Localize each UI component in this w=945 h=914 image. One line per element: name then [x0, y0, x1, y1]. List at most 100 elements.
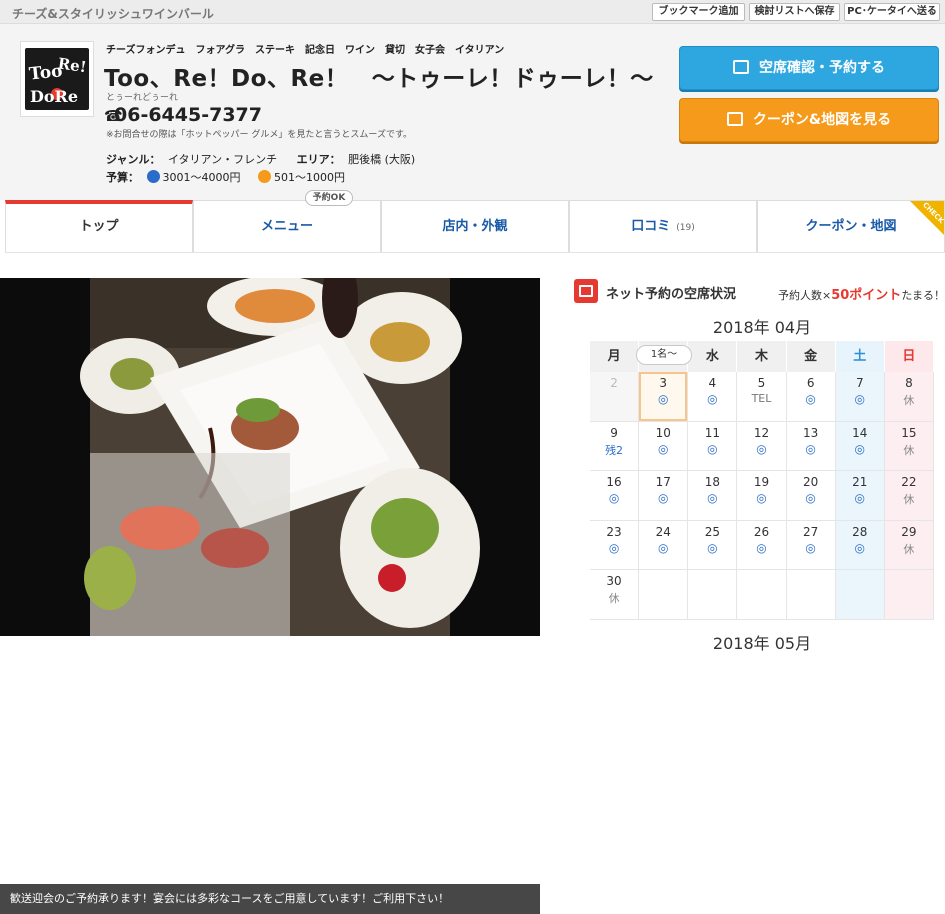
calendar-day-16[interactable]: 16 ◎ [590, 471, 640, 521]
tab-coupon-map[interactable]: クーポン・地図 CHECK [757, 200, 945, 252]
points-bonus: 予約人数×50ポイントたまる！ [778, 284, 945, 303]
reservation-ok-badge: 予約OK [305, 190, 353, 206]
reserve-button[interactable]: 空席確認・予約する [679, 46, 939, 90]
availability-status: ◎ [657, 540, 669, 555]
availability-status: ◎ [707, 392, 718, 406]
tag: 貸切 [385, 45, 405, 56]
availability-status: ◎ [854, 441, 866, 456]
calendar-empty-cell [835, 570, 885, 620]
calendar-day-29: 29 休 [884, 520, 934, 570]
calendar-day-11[interactable]: 11 ◎ [688, 421, 738, 471]
day-number: 4 [708, 376, 717, 390]
calendar-day-23[interactable]: 23 ◎ [590, 520, 640, 570]
availability-status: ◎ [805, 491, 816, 505]
day-number: 5 [757, 376, 766, 390]
day-number: 12 [753, 425, 770, 440]
day-number: 11 [704, 425, 720, 440]
calendar-day-18[interactable]: 18 ◎ [688, 471, 738, 521]
tab-label: メニュー [260, 219, 313, 234]
calendar-empty-cell [786, 570, 836, 620]
availability-status: ◎ [707, 540, 718, 555]
calendar-day-28[interactable]: 28 ◎ [835, 520, 885, 570]
coupon-map-button[interactable]: クーポン&地図を見る [679, 98, 939, 142]
calendar-day-3[interactable]: 3 ◎ [639, 372, 689, 422]
day-number: 13 [802, 425, 819, 440]
availability-status: ◎ [805, 540, 816, 555]
availability-status: TEL [751, 392, 772, 405]
tag: 女子会 [415, 45, 445, 56]
day-number: 6 [806, 376, 815, 390]
party-size-bubble[interactable]: 1名〜 [636, 345, 692, 365]
day-number: 3 [659, 376, 668, 390]
weekday-header: 土 [835, 341, 885, 372]
hero-photo[interactable]: 歓送迎会のご予約承ります！宴会には多彩なコースをご用意しています！ご利用下さい！ [0, 278, 540, 914]
calendar-icon [733, 60, 749, 74]
tab-label: 店内・外観 [442, 219, 508, 234]
tag: フォアグラ [195, 45, 246, 56]
calendar-day-7[interactable]: 7 ◎ [835, 372, 885, 422]
availability-status: 休 [903, 443, 915, 457]
tab-top[interactable]: トップ [5, 200, 193, 252]
bonus-prefix: 予約人数× [778, 289, 832, 302]
weekday-header: 水 [688, 341, 738, 372]
calendar-next-month: 2018年 05月 [712, 634, 812, 653]
day-number: 27 [802, 524, 819, 539]
tab-reviews[interactable]: 口コミ (19) [569, 200, 757, 252]
calendar-day-19[interactable]: 19 ◎ [737, 471, 787, 521]
calendar-day-9[interactable]: 9 残2 [590, 421, 640, 471]
day-number: 24 [655, 524, 671, 539]
phone-note: ※お問合せの際は「ホットペッパー グルメ」を見たと言うとスムーズです。 [106, 130, 413, 140]
availability-status: ◎ [608, 491, 620, 505]
calendar-day-17[interactable]: 17 ◎ [639, 471, 689, 521]
calendar-day-15: 15 休 [884, 421, 934, 471]
calendar-empty-cell [688, 570, 738, 620]
day-number: 20 [802, 475, 819, 489]
photo-caption: 歓送迎会のご予約承ります！宴会には多彩なコースをご用意しています！ご利用下さい！ [0, 884, 540, 914]
availability-status: ◎ [854, 392, 866, 406]
calendar-day-21[interactable]: 21 ◎ [835, 471, 885, 521]
shop-category: チーズ&スタイリッシュワインバール [12, 7, 214, 21]
calendar-day-14[interactable]: 14 ◎ [835, 421, 885, 471]
reserve-button-label: 空席確認・予約する [759, 60, 885, 76]
calendar-day-4[interactable]: 4 ◎ [688, 372, 738, 422]
day-number: 16 [606, 475, 622, 489]
tab-menu[interactable]: メニュー [193, 200, 381, 252]
tag: ワイン [345, 45, 375, 56]
calendar-day-6[interactable]: 6 ◎ [786, 372, 836, 422]
tab-interior[interactable]: 店内・外観 [381, 200, 569, 252]
logo-text-dore: DoRe [30, 87, 78, 106]
phone-number[interactable]: ☎06-6445-7377 [104, 104, 262, 126]
calendar-day-27[interactable]: 27 ◎ [786, 520, 836, 570]
calendar-day-22: 22 休 [884, 471, 934, 521]
calendar-day-8: 8休 [884, 372, 934, 422]
calendar-day-12[interactable]: 12 ◎ [737, 421, 787, 471]
coupon-icon [726, 112, 743, 126]
send-to-device-button[interactable]: PC･ケータイへ送る [844, 3, 940, 21]
availability-status: ◎ [854, 540, 866, 555]
phone-text: 06-6445-7377 [114, 104, 262, 126]
calendar-day-10[interactable]: 10 ◎ [639, 421, 689, 471]
calendar-month: 2018年 04月 [712, 318, 812, 337]
tab-label: クーポン・地図 [805, 219, 897, 234]
genre-label: ジャンル： [106, 153, 161, 166]
day-number: 7 [855, 376, 864, 390]
day-number: 14 [852, 425, 868, 440]
budget-row: 予算： 3001〜4000円 501〜1000円 [106, 169, 345, 185]
calendar-day-20[interactable]: 20 ◎ [786, 471, 836, 521]
availability-status: ◎ [707, 441, 718, 456]
day-number: 17 [655, 475, 671, 489]
calendar-day-25[interactable]: 25 ◎ [688, 520, 738, 570]
weekday-header: 月 [590, 341, 640, 372]
bookmark-button[interactable]: ブックマーク追加 [652, 3, 745, 21]
area-value: 肥後橋 (大阪) [348, 153, 416, 166]
day-number: 26 [753, 524, 770, 539]
budget-dinner: 3001〜4000円 [162, 171, 241, 184]
calendar-day-13[interactable]: 13 ◎ [786, 421, 836, 471]
review-count: (19) [676, 223, 695, 233]
availability-status: 残2 [605, 443, 624, 457]
save-to-list-button[interactable]: 検討リストへ保存 [749, 3, 840, 21]
calendar-day-24[interactable]: 24 ◎ [639, 520, 689, 570]
calendar-day-26[interactable]: 26 ◎ [737, 520, 787, 570]
logo-mark: Too Re! DoRe [25, 48, 89, 110]
tag: チーズフォンデュ [106, 45, 186, 56]
